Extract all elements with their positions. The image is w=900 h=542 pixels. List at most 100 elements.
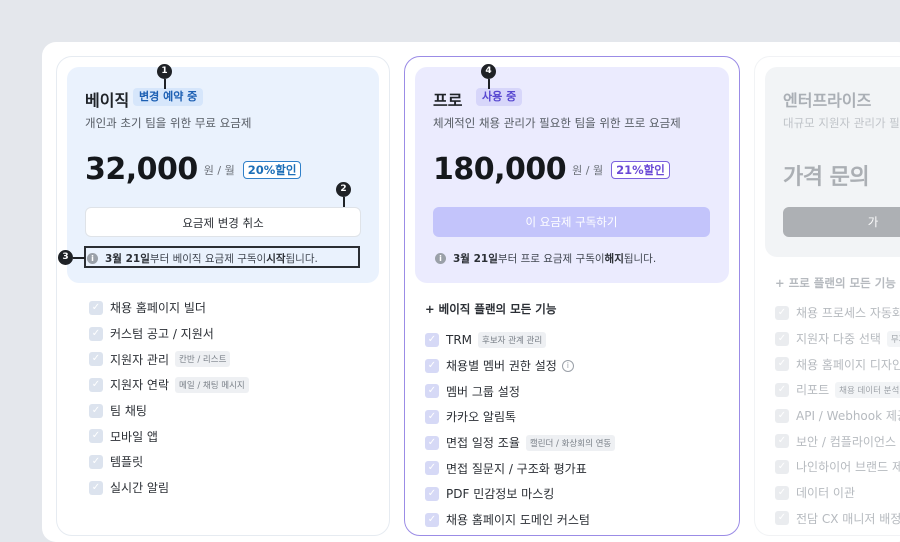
plan-description: 체계적인 채용 관리가 필요한 팀을 위한 프로 요금제: [433, 116, 681, 130]
feature-list: ✓ 채용 홈페이지 빌더 ✓ 커스텀 공고 / 지원서 ✓ 지원자 관리 칸반 / 리스…: [89, 295, 249, 501]
section-title: + 프로 플랜의 모든 기능: [775, 276, 896, 290]
feature-tag: 무제한: [886, 330, 900, 347]
notice-end: 됩니다.: [623, 253, 657, 265]
check-icon: ✓: [775, 511, 789, 526]
feature-item: ✓보안 / 컴플라이언스 지원: [775, 428, 900, 454]
price-row: 32,000 원 / 월 20%할인: [85, 152, 302, 187]
feature-item: ✓ 리포트 채용 데이터 분석: [775, 377, 900, 403]
feature-list: ✓채용 프로세스 자동화 ✓지원자 다중 선택무제한 ✓채용 홈페이지 디자인 …: [775, 300, 900, 531]
feature-tag: 캘린더 / 화상회의 연동: [525, 434, 616, 451]
feature-item: ✓ 팀 채팅: [89, 398, 249, 424]
plan-card-pro: 프로 사용 중 체계적인 채용 관리가 필요한 팀을 위한 프로 요금제 180…: [404, 56, 740, 536]
check-icon: ✓: [89, 403, 103, 418]
price: 가격 문의: [783, 165, 870, 190]
check-icon: ✓: [425, 486, 439, 501]
feature-item: ✓ 카카오 알림톡: [425, 404, 615, 430]
subscribe-button[interactable]: 이 요금제 구독하기: [433, 207, 710, 237]
feature-tag: 메일 / 채팅 메시지: [175, 376, 249, 393]
price-row: 가격 문의: [783, 159, 870, 191]
feature-item: ✓ 면접 일정 조율 캘린더 / 화상회의 연동: [425, 430, 616, 456]
check-icon: ✓: [89, 326, 103, 341]
contact-button[interactable]: 가: [783, 207, 900, 237]
annotation-highlight-box: [84, 246, 360, 268]
feature-item: ✓ TRM 후보자 관계 관리: [425, 327, 615, 353]
feature-item: ✓ 템플릿: [89, 449, 249, 475]
feature-item: ✓ 지원자 관리 칸반 / 리스트: [89, 346, 249, 372]
annotation-connector: [343, 197, 345, 207]
annotation-connector: [73, 257, 85, 259]
info-icon[interactable]: i: [561, 359, 574, 372]
check-icon: ✓: [89, 352, 103, 367]
check-icon: ✓: [425, 409, 439, 424]
price: 32,000: [85, 152, 198, 187]
annotation-marker-4: 4: [481, 64, 496, 79]
plan-name: 엔터프라이즈: [783, 91, 872, 110]
feature-list: ✓ TRM 후보자 관계 관리 ✓ 채용별 멤버 권한 설정 i ✓ 멤버 그룹 설정 ✓…: [425, 327, 616, 533]
check-icon: ✓: [89, 480, 103, 495]
annotation-connector: [488, 79, 490, 89]
plan-description: 대규모 지원자 관리가 필요한: [783, 116, 900, 130]
pricing-panel: 베이직 변경 예약 중 개인과 초기 팀을 위한 무료 요금제 32,000 원…: [42, 42, 900, 542]
check-icon: ✓: [425, 358, 439, 373]
check-icon: ✓: [775, 382, 789, 397]
notice-text: 부터 프로 요금제 구독이: [497, 253, 605, 265]
feature-item: ✓ 모바일 앱: [89, 423, 249, 449]
plan-header-enterprise: 엔터프라이즈 대규모 지원자 관리가 필요한 가격 문의 가: [765, 67, 900, 257]
feature-item: ✓ 채용 홈페이지 빌더: [89, 295, 249, 321]
check-icon: ✓: [89, 429, 103, 444]
plan-header-pro: 프로 사용 중 체계적인 채용 관리가 필요한 팀을 위한 프로 요금제 180…: [415, 67, 729, 283]
price: 180,000: [433, 152, 567, 187]
feature-item: ✓ 전담 CX 매니저 배정: [775, 506, 900, 532]
check-icon: ✓: [425, 332, 439, 347]
annotation-connector: [164, 79, 166, 89]
price-unit: 원 / 월: [203, 163, 235, 177]
check-icon: ✓: [775, 357, 789, 372]
check-icon: ✓: [775, 305, 789, 320]
plan-card-enterprise: 엔터프라이즈 대규모 지원자 관리가 필요한 가격 문의 가 + 프로 플랜의 …: [754, 56, 900, 536]
feature-item: ✓나인하이어 브랜드 제거: [775, 454, 900, 480]
feature-tag: 칸반 / 리스트: [175, 351, 231, 368]
price-row: 180,000 원 / 월 21%할인: [433, 152, 670, 187]
feature-item: ✓ 면접 질문지 / 구조화 평가표: [425, 455, 615, 481]
check-icon: ✓: [425, 512, 439, 527]
feature-item: ✓ 실시간 알림: [89, 475, 249, 501]
annotation-marker-3: 3: [58, 250, 73, 265]
feature-item: ✓ 지원자 연락 메일 / 채팅 메시지: [89, 372, 249, 398]
feature-item: ✓ API / Webhook 제공: [775, 403, 900, 429]
feature-tag: 후보자 관계 관리: [478, 331, 547, 348]
status-badge: 사용 중: [476, 88, 523, 106]
annotation-marker-2: 2: [336, 182, 351, 197]
info-icon: i: [435, 253, 446, 264]
plan-name: 프로: [433, 91, 463, 110]
check-icon: ✓: [89, 300, 103, 315]
check-icon: ✓: [775, 408, 789, 423]
check-icon: ✓: [89, 377, 103, 392]
discount-badge: 20%할인: [242, 160, 302, 179]
feature-item: ✓ 채용별 멤버 권한 설정 i: [425, 353, 615, 379]
plan-description: 개인과 초기 팀을 위한 무료 요금제: [85, 116, 252, 130]
price-unit: 원 / 월: [572, 163, 604, 177]
plan-card-basic: 베이직 변경 예약 중 개인과 초기 팀을 위한 무료 요금제 32,000 원…: [56, 56, 390, 536]
check-icon: ✓: [425, 384, 439, 399]
notice-action: 해지: [604, 253, 624, 265]
notice-date: 3월 21일: [453, 253, 498, 265]
schedule-notice: i 3월 21일 부터 프로 요금제 구독이 해지 됩니다.: [435, 251, 656, 266]
discount-badge: 21%할인: [611, 160, 670, 179]
feature-item: ✓ 커스텀 공고 / 지원서: [89, 321, 249, 347]
section-title: + 베이직 플랜의 모든 기능: [425, 302, 557, 316]
feature-tag: 채용 데이터 분석: [835, 381, 900, 398]
annotation-marker-1: 1: [157, 64, 172, 79]
feature-item: ✓지원자 다중 선택무제한: [775, 326, 900, 352]
feature-item: ✓ 채용 프로세스 자동화: [775, 300, 900, 326]
feature-item: ✓ PDF 민감정보 마스킹: [425, 481, 615, 507]
check-icon: ✓: [775, 485, 789, 500]
check-icon: ✓: [89, 454, 103, 469]
check-icon: ✓: [425, 435, 439, 450]
feature-item: ✓채용 홈페이지 디자인 지원: [775, 351, 900, 377]
check-icon: ✓: [775, 331, 789, 346]
cancel-plan-change-button[interactable]: 요금제 변경 취소: [85, 207, 361, 237]
status-badge: 변경 예약 중: [133, 88, 204, 106]
feature-item: ✓ 멤버 그룹 설정: [425, 378, 615, 404]
plan-name: 베이직: [85, 91, 130, 110]
check-icon: ✓: [775, 434, 789, 449]
